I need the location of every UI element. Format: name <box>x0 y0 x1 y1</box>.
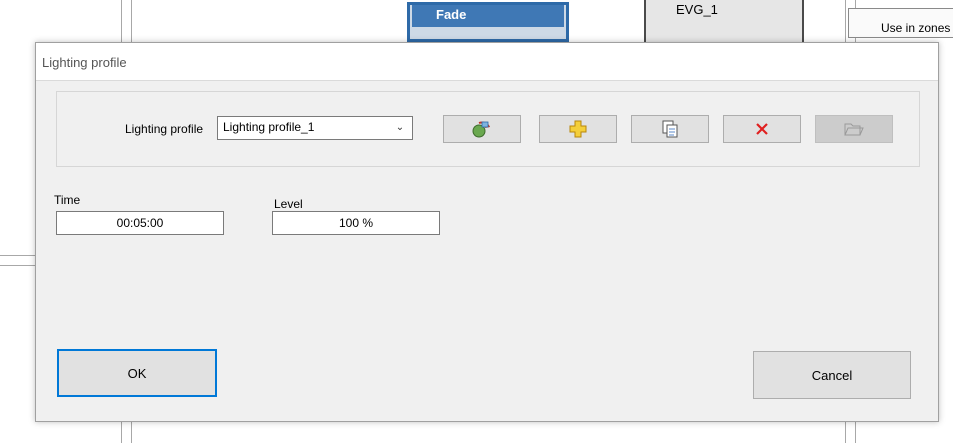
profile-group-box: Lighting profile Lighting profile_1 ⌄ <box>56 91 920 167</box>
chevron-down-icon: ⌄ <box>395 122 405 133</box>
copy-profile-button[interactable] <box>631 115 709 143</box>
add-icon <box>569 120 587 138</box>
profile-label: Lighting profile <box>125 122 204 136</box>
delete-profile-button[interactable] <box>723 115 801 143</box>
copy-icon <box>662 120 678 138</box>
open-profile-button[interactable] <box>815 115 893 143</box>
level-input[interactable]: 100 % <box>272 211 440 235</box>
ok-button[interactable]: OK <box>57 349 217 397</box>
rename-icon <box>472 121 490 138</box>
dialog-title: Lighting profile <box>36 43 938 81</box>
background-fade-label: Fade <box>412 5 564 27</box>
profile-select-value: Lighting profile_1 <box>223 120 315 134</box>
background-fade-cell: Fade <box>407 2 569 42</box>
profile-select[interactable]: Lighting profile_1 ⌄ <box>217 116 413 140</box>
level-label: Level <box>274 197 303 211</box>
delete-icon <box>756 123 768 135</box>
time-label: Time <box>54 193 81 207</box>
ok-button-label: OK <box>127 365 147 381</box>
rename-profile-button[interactable] <box>443 115 521 143</box>
open-folder-icon <box>844 123 864 136</box>
lighting-profile-dialog: Lighting profile Lighting profile Lighti… <box>35 42 939 422</box>
time-input[interactable]: 00:05:00 <box>56 211 224 235</box>
cancel-button-label: Cancel <box>811 367 853 383</box>
background-evg-cell: EVG_1 <box>644 0 804 42</box>
cancel-button[interactable]: Cancel <box>753 351 911 399</box>
add-profile-button[interactable] <box>539 115 617 143</box>
background-zones-label: Use in zones <box>848 8 953 38</box>
